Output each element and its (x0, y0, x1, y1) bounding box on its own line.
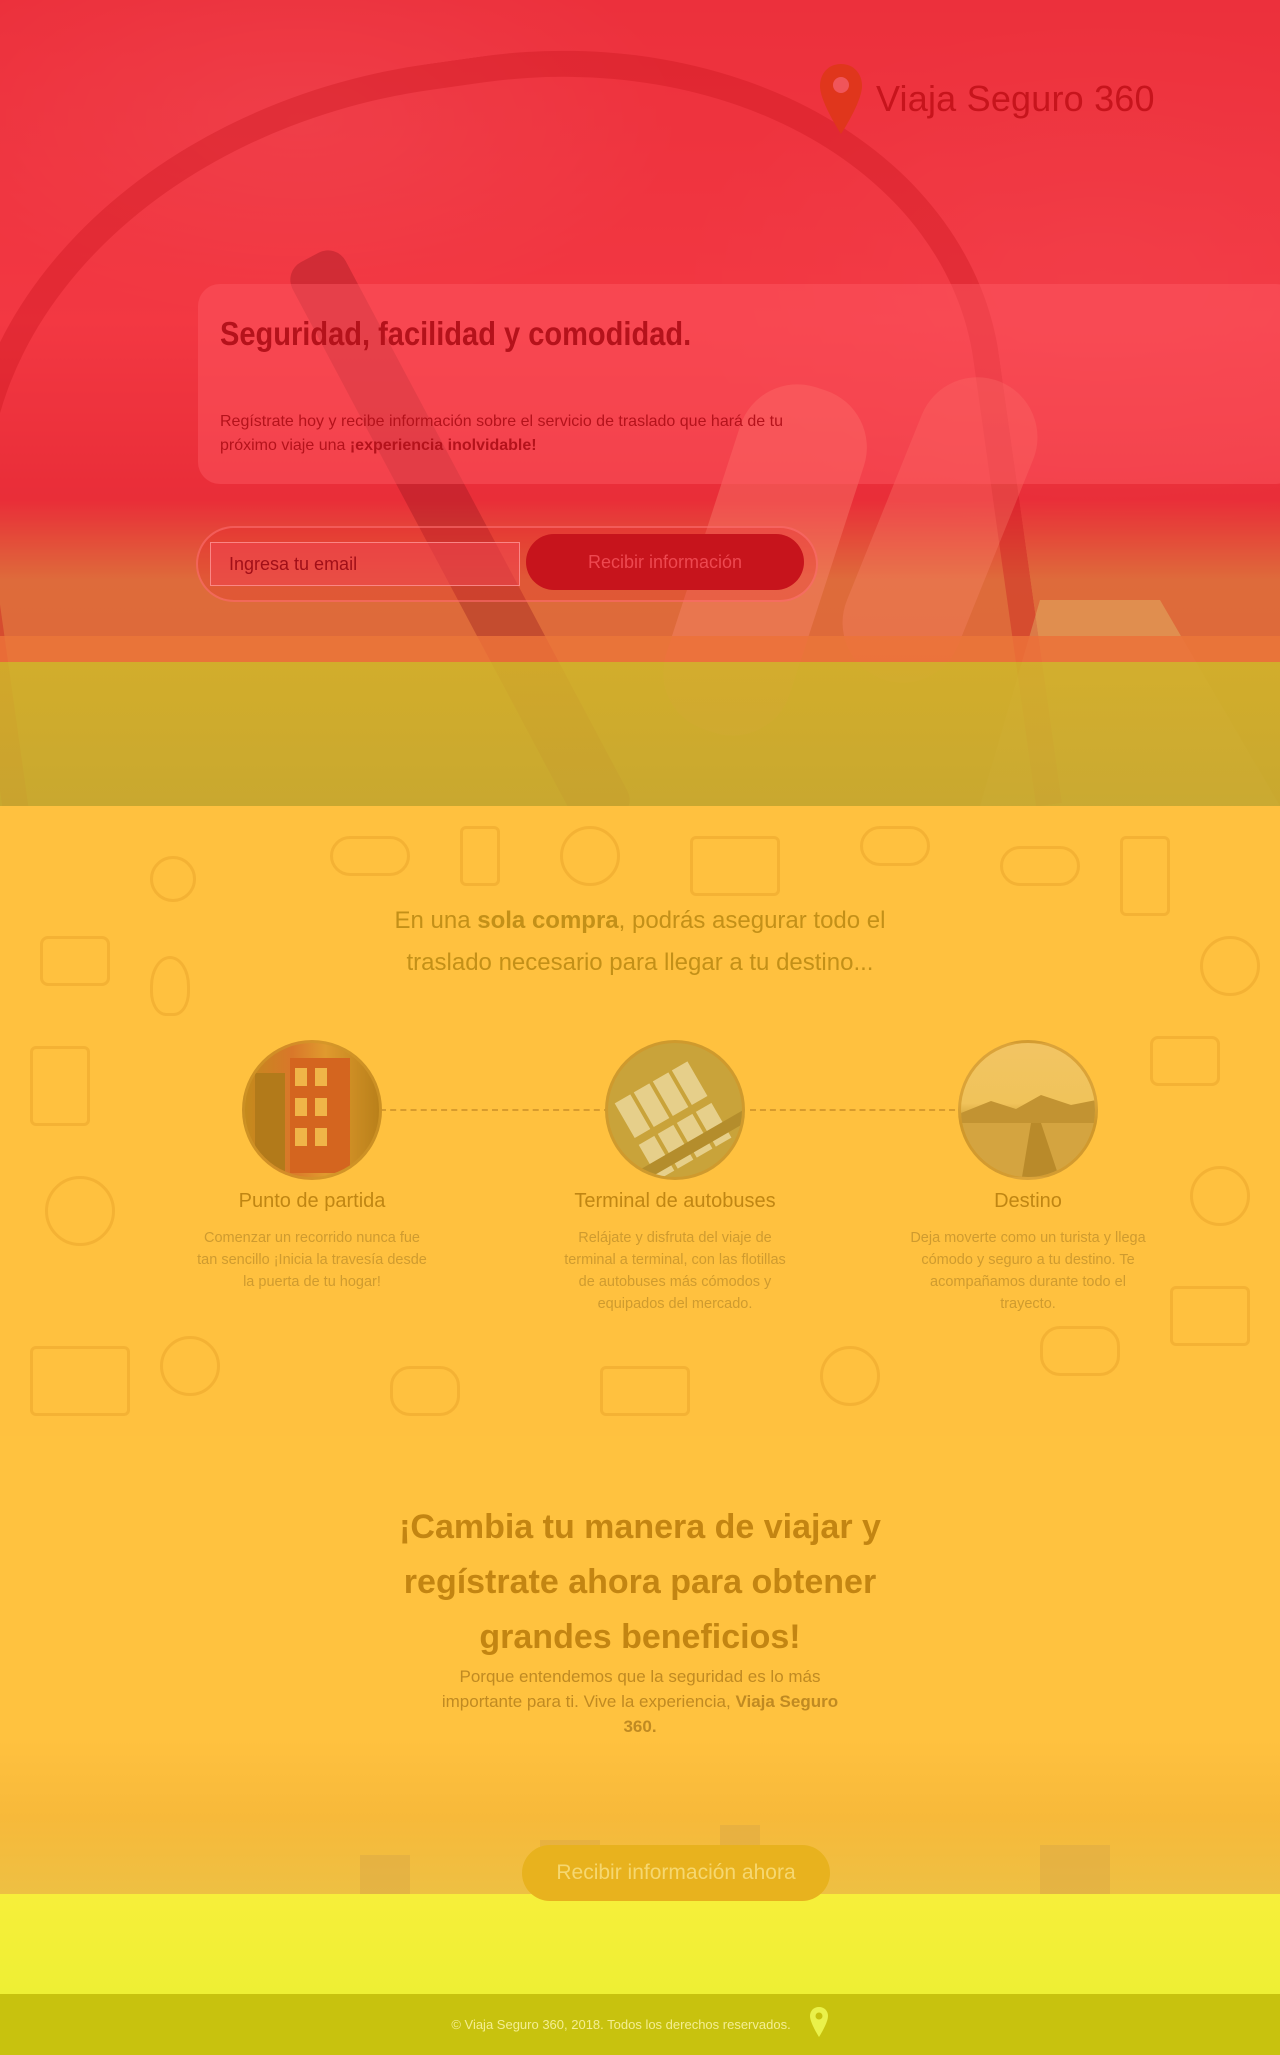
step-description: Comenzar un recorrido nunca fue tan senc… (197, 1230, 427, 1290)
features-intro-text: En una (394, 907, 478, 934)
location-pin-icon (818, 62, 864, 136)
cta-button[interactable]: Recibir información ahora (522, 1845, 830, 1901)
features-intro-highlight: sola compra (477, 907, 619, 934)
map-doodle-icon (1170, 1286, 1250, 1346)
cloud-doodle-icon (1040, 1326, 1120, 1376)
cta-title: ¡Cambia tu manera de viajar y regístrate… (399, 1508, 881, 1656)
airplane-doodle-icon (330, 836, 410, 876)
submit-button[interactable]: Recibir información (526, 534, 804, 590)
compass-doodle-icon (150, 856, 196, 902)
footer-copyright: © Viaja Seguro 360, 2018. Todos los dere… (451, 2017, 791, 2032)
hero-title: Seguridad, facilidad y comodidad. (220, 315, 692, 352)
footer: © Viaja Seguro 360, 2018. Todos los dere… (0, 1994, 1280, 2055)
globe-doodle-icon (820, 1346, 880, 1406)
city-yellow-overlay (0, 1894, 1280, 1994)
compass-doodle-icon (1200, 936, 1260, 996)
passport-doodle-icon (1120, 836, 1170, 916)
step-title: Terminal de autobuses (574, 1190, 776, 1212)
sun-doodle-icon (1190, 1166, 1250, 1226)
ticket-doodle-icon (460, 826, 500, 886)
step-destino: Destino Deja moverte como un turista y l… (898, 1040, 1158, 1315)
suitcase-doodle-icon (1150, 1036, 1220, 1086)
features-intro: En una sola compra, podrás asegurar todo… (380, 900, 900, 984)
skyline-building (1040, 1845, 1110, 1895)
sun-doodle-icon (45, 1176, 115, 1246)
sunglasses-doodle-icon (860, 826, 930, 866)
step-title: Destino (994, 1190, 1062, 1212)
step-title: Punto de partida (238, 1190, 386, 1212)
bus-terminal-photo (605, 1040, 745, 1180)
step-description: Deja moverte como un turista y llega cóm… (910, 1230, 1146, 1312)
balloon-doodle-icon (150, 956, 190, 1016)
airplane-doodle-icon (390, 1366, 460, 1416)
cta-description: Porque entendemos que la seguridad es lo… (440, 1664, 840, 1739)
hero-description-highlight: ¡experiencia inolvidable! (349, 437, 537, 454)
photo-doodle-icon (600, 1366, 690, 1416)
hero-description: Regístrate hoy y recibe información sobr… (220, 410, 790, 458)
globe-doodle-icon (160, 1336, 220, 1396)
hero-olive-overlay (0, 662, 1280, 806)
suitcase-doodle-icon (40, 936, 110, 986)
photo-doodle-icon (30, 1346, 130, 1416)
hero-orange-stripe (0, 636, 1280, 662)
city-destination-photo (958, 1040, 1098, 1180)
camera-doodle-icon (560, 826, 620, 886)
passport-doodle-icon (30, 1046, 90, 1126)
location-pin-icon (809, 2006, 829, 2043)
email-input[interactable] (210, 542, 520, 586)
map-doodle-icon (690, 836, 780, 896)
skyline-building (360, 1855, 410, 1895)
step-punto-de-partida: Punto de partida Comenzar un recorrido n… (182, 1040, 442, 1293)
step-description: Relájate y disfruta del viaje de termina… (564, 1230, 786, 1312)
building-photo (242, 1040, 382, 1180)
brand-logo[interactable]: Viaja Seguro 360 (818, 62, 1155, 136)
bus-doodle-icon (1000, 846, 1080, 886)
step-terminal-de-autobuses: Terminal de autobuses Relájate y disfrut… (545, 1040, 805, 1315)
brand-name: Viaja Seguro 360 (876, 78, 1155, 119)
